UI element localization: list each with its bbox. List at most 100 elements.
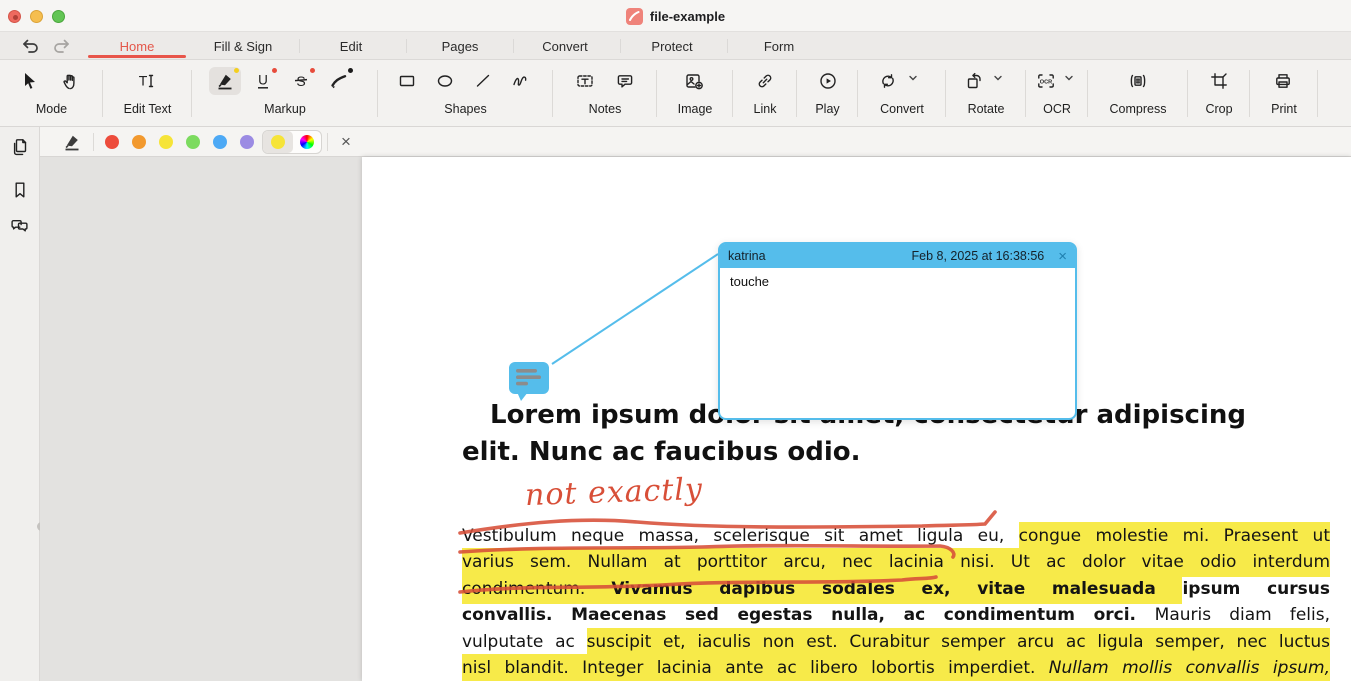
tab-edit[interactable]: Edit — [311, 32, 391, 60]
svg-text:OCR: OCR — [1040, 79, 1052, 85]
comment-popup-header[interactable]: katrina Feb 8, 2025 at 16:38:56 × — [720, 244, 1075, 268]
section-crop: Crop — [1188, 60, 1250, 127]
pen-tool-button[interactable] — [323, 67, 355, 95]
ellipse-shape-button[interactable] — [429, 67, 461, 95]
section-print: Print — [1250, 60, 1318, 127]
selected-color-cell[interactable] — [263, 131, 293, 153]
title-bar: file-example — [0, 0, 1351, 32]
color-swatch[interactable] — [240, 135, 254, 149]
compress-icon — [1128, 71, 1148, 91]
section-label-notes: Notes — [553, 102, 657, 116]
section-label-print: Print — [1250, 102, 1318, 116]
paragraph: Vestibulum neque massa, scelerisque sit … — [462, 523, 1330, 681]
scribble-shape-button[interactable] — [505, 67, 537, 95]
selected-color-control — [262, 130, 322, 154]
compress-button[interactable] — [1122, 67, 1154, 95]
paragraph-line: varius sem. Nullam at porttitor arcu, ne… — [462, 549, 1330, 575]
color-swatch[interactable] — [105, 135, 119, 149]
section-label-link: Link — [733, 102, 797, 116]
tab-fill-and-sign[interactable]: Fill & Sign — [193, 32, 293, 60]
color-swatch[interactable] — [213, 135, 227, 149]
close-annotation-bar-button[interactable]: × — [333, 129, 359, 155]
chat-bubbles-icon — [10, 215, 30, 235]
thumbnails-panel-button[interactable] — [10, 137, 30, 157]
highlighted-text-run: suscipit et, iaculis non est. Curabitur … — [587, 628, 1330, 657]
edit-text-button[interactable]: T — [131, 67, 163, 95]
select-mode-button[interactable] — [14, 67, 46, 95]
comment-popup[interactable]: katrina Feb 8, 2025 at 16:38:56 × touche — [718, 242, 1077, 420]
section-compress: Compress — [1088, 60, 1188, 127]
hand-mode-button[interactable] — [56, 67, 88, 95]
highlighted-text-run: congue molestie mi. Praesent ut — [1019, 522, 1330, 551]
text-run: Mauris diam felis, — [1155, 605, 1330, 625]
section-notes: Notes — [553, 60, 657, 127]
image-add-icon — [684, 71, 704, 91]
section-label-play: Play — [797, 102, 858, 116]
tab-form[interactable]: Form — [739, 32, 819, 60]
close-icon[interactable]: × — [1058, 249, 1067, 264]
text-box-icon — [575, 71, 595, 91]
tab-convert[interactable]: Convert — [525, 32, 605, 60]
text-run: convallis. Maecenas sed egestas nulla, a… — [462, 605, 1155, 625]
section-ocr: OCR OCR — [1026, 60, 1088, 127]
highlighter-icon — [62, 132, 82, 152]
rectangle-shape-button[interactable] — [391, 67, 423, 95]
line-shape-button[interactable] — [467, 67, 499, 95]
play-circle-icon — [818, 71, 838, 91]
rotate-button[interactable] — [958, 67, 990, 95]
tool-color-dot — [234, 68, 239, 73]
text-run: ipsum cursus — [1182, 579, 1330, 599]
tool-color-dot — [310, 68, 315, 73]
crop-button[interactable] — [1203, 67, 1235, 95]
print-button[interactable] — [1267, 67, 1299, 95]
insert-image-button[interactable] — [678, 67, 710, 95]
main-toolbar: Mode T Edit Text U S — [0, 60, 1351, 127]
redo-button[interactable] — [50, 35, 74, 57]
ribbon-tab-bar: Home Fill & Sign Edit Pages Convert Prot… — [0, 32, 1351, 60]
tool-color-dot — [348, 68, 353, 73]
strikethrough-tool-button[interactable]: S — [285, 67, 317, 95]
bookmarks-panel-button[interactable] — [10, 180, 30, 200]
chevron-down-icon[interactable] — [908, 73, 918, 83]
custom-color-cell[interactable] — [293, 131, 321, 153]
comment-author: katrina — [728, 249, 911, 263]
pdf-page[interactable]: Lorem ipsum dolor sit amet, consectetur … — [362, 157, 1351, 681]
section-label-crop: Crop — [1188, 102, 1250, 116]
tab-protect[interactable]: Protect — [632, 32, 712, 60]
section-image: Image — [657, 60, 733, 127]
selected-color-swatch — [271, 135, 285, 149]
ocr-button[interactable]: OCR — [1030, 67, 1062, 95]
pen-icon — [329, 71, 349, 91]
insert-link-button[interactable] — [749, 67, 781, 95]
undo-button[interactable] — [18, 35, 42, 57]
underline-tool-button[interactable]: U — [247, 67, 279, 95]
cursor-arrow-icon — [20, 71, 40, 91]
comment-body[interactable]: touche — [720, 268, 1075, 295]
close-icon: × — [341, 132, 351, 152]
comment-note-button[interactable] — [609, 67, 641, 95]
color-swatch[interactable] — [159, 135, 173, 149]
comments-panel-button[interactable] — [10, 215, 30, 235]
ink-annotation-text[interactable]: not exactly — [524, 472, 703, 513]
tab-pages[interactable]: Pages — [420, 32, 500, 60]
play-button[interactable] — [812, 67, 844, 95]
underline-icon: U — [253, 71, 273, 91]
convert-button[interactable] — [872, 67, 904, 95]
highlighted-text-run: nisl blandit. Integer lacinia ante ac li… — [462, 654, 1049, 681]
section-label-edit-text: Edit Text — [103, 102, 192, 116]
paragraph-line: Vestibulum neque massa, scelerisque sit … — [462, 523, 1330, 549]
comment-connector-line — [552, 254, 718, 364]
printer-icon — [1273, 71, 1293, 91]
window-title-group: file-example — [0, 0, 1351, 32]
chevron-down-icon[interactable] — [993, 73, 1003, 83]
sticky-note-icon[interactable] — [508, 361, 550, 408]
chevron-down-icon[interactable] — [1064, 73, 1074, 83]
highlighted-text-run: varius sem. Nullam at porttitor arcu, ne… — [462, 548, 1330, 577]
color-swatch[interactable] — [186, 135, 200, 149]
color-swatch[interactable] — [132, 135, 146, 149]
text-note-button[interactable] — [569, 67, 601, 95]
section-label-markup: Markup — [192, 102, 378, 116]
section-label-image: Image — [657, 102, 733, 116]
comment-bubble-icon — [615, 71, 635, 91]
highlight-tool-button[interactable] — [209, 67, 241, 95]
